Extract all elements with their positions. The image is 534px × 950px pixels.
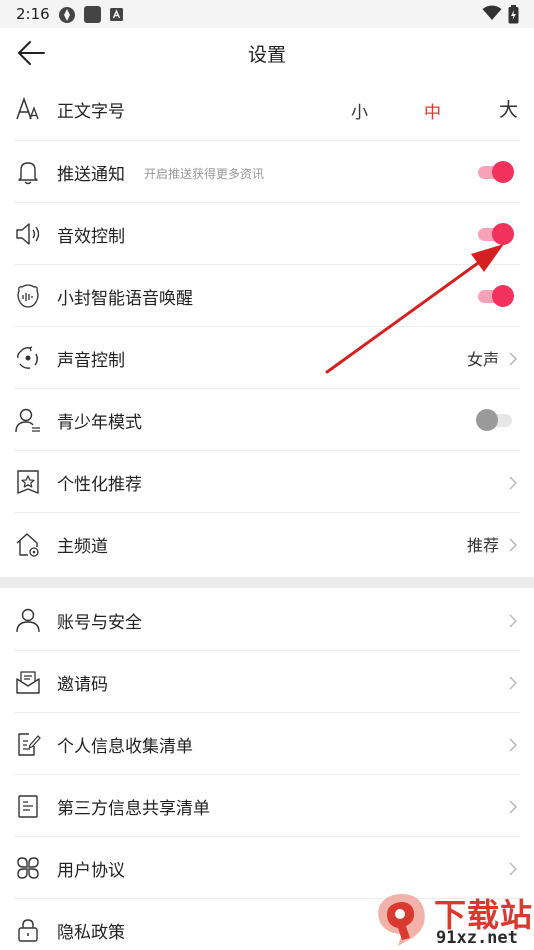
chevron-right-icon: [509, 676, 517, 690]
document-edit-icon: [18, 733, 41, 756]
home-settings-icon: [16, 533, 39, 557]
account-security-row[interactable]: 账号与安全: [0, 589, 534, 651]
main-channel-row[interactable]: 主频道 推荐: [0, 513, 534, 575]
star-bookmark-icon: [17, 470, 39, 494]
chevron-right-icon: [509, 862, 517, 876]
watermark-logo-icon: [378, 894, 425, 946]
watermark: 下载站 91xz.net: [368, 888, 534, 950]
voice-wake-row[interactable]: 小封智能语音唤醒: [0, 265, 534, 327]
bell-icon: [18, 162, 38, 185]
speaker-icon: [16, 223, 40, 245]
app-notification-icon: [59, 7, 75, 23]
chevron-right-icon: [509, 614, 517, 628]
sound-effect-row[interactable]: 音效控制: [0, 203, 534, 265]
status-time: 2:16: [16, 5, 50, 23]
user-icon: [16, 608, 40, 633]
voice-wake-toggle[interactable]: [476, 285, 514, 307]
push-notification-label: 推送通知: [57, 165, 125, 185]
watermark-domain: 91xz.net: [436, 928, 518, 948]
voice-control-value: 女声: [466, 350, 499, 369]
wifi-icon: [482, 5, 502, 20]
title-bar: 设置: [0, 28, 534, 78]
font-size-icon: [16, 96, 39, 120]
status-bar: 2:16: [0, 0, 534, 28]
chevron-right-icon: [509, 800, 517, 814]
third-party-share-label: 第三方信息共享清单: [57, 799, 210, 819]
font-size-label: 正文字号: [57, 102, 125, 122]
lock-icon: [18, 919, 38, 942]
voice-wake-label: 小封智能语音唤醒: [57, 289, 193, 309]
font-size-row: 正文字号 小 中 大: [0, 78, 534, 140]
section-separator: [0, 577, 534, 588]
voice-control-icon: [17, 346, 38, 369]
personal-info-list-row[interactable]: 个人信息收集清单: [0, 713, 534, 775]
voice-control-label: 声音控制: [57, 351, 125, 371]
envelope-icon: [16, 671, 40, 694]
font-size-large[interactable]: 大: [499, 95, 518, 122]
invite-code-label: 邀请码: [57, 675, 108, 695]
keyboard-notification-icon: [110, 8, 123, 21]
main-channel-value: 推荐: [466, 536, 499, 555]
privacy-policy-label: 隐私政策: [57, 923, 125, 943]
personalized-recommend-label: 个性化推荐: [57, 475, 142, 495]
agreement-icon: [17, 857, 39, 879]
teen-mode-row[interactable]: 青少年模式: [0, 389, 534, 451]
sound-effect-toggle[interactable]: [476, 223, 514, 245]
voice-control-row[interactable]: 声音控制 女声: [0, 327, 534, 389]
teen-mode-icon: [15, 408, 40, 433]
push-notification-toggle[interactable]: [476, 161, 514, 183]
font-size-medium[interactable]: 中: [424, 98, 441, 123]
chevron-right-icon: [509, 538, 517, 552]
personalized-recommend-row[interactable]: 个性化推荐: [0, 451, 534, 513]
third-party-share-row[interactable]: 第三方信息共享清单: [0, 775, 534, 837]
personal-info-list-label: 个人信息收集清单: [57, 737, 193, 757]
square-notification-icon: [84, 6, 101, 23]
teen-mode-toggle[interactable]: [476, 409, 514, 431]
account-security-label: 账号与安全: [57, 613, 142, 633]
chevron-right-icon: [509, 352, 517, 366]
user-agreement-label: 用户协议: [57, 861, 125, 881]
voice-assistant-icon: [17, 284, 39, 308]
chevron-right-icon: [509, 738, 517, 752]
battery-icon: [508, 5, 519, 24]
font-size-small[interactable]: 小: [351, 98, 368, 123]
main-channel-label: 主频道: [57, 537, 108, 557]
push-notification-hint: 开启推送获得更多资讯: [144, 167, 265, 181]
page-title: 设置: [247, 44, 286, 66]
sound-effect-label: 音效控制: [57, 227, 125, 247]
document-list-icon: [18, 795, 38, 818]
teen-mode-label: 青少年模式: [57, 413, 142, 433]
chevron-right-icon: [509, 476, 517, 490]
invite-code-row[interactable]: 邀请码: [0, 651, 534, 713]
push-notification-row[interactable]: 推送通知 开启推送获得更多资讯: [0, 141, 534, 203]
